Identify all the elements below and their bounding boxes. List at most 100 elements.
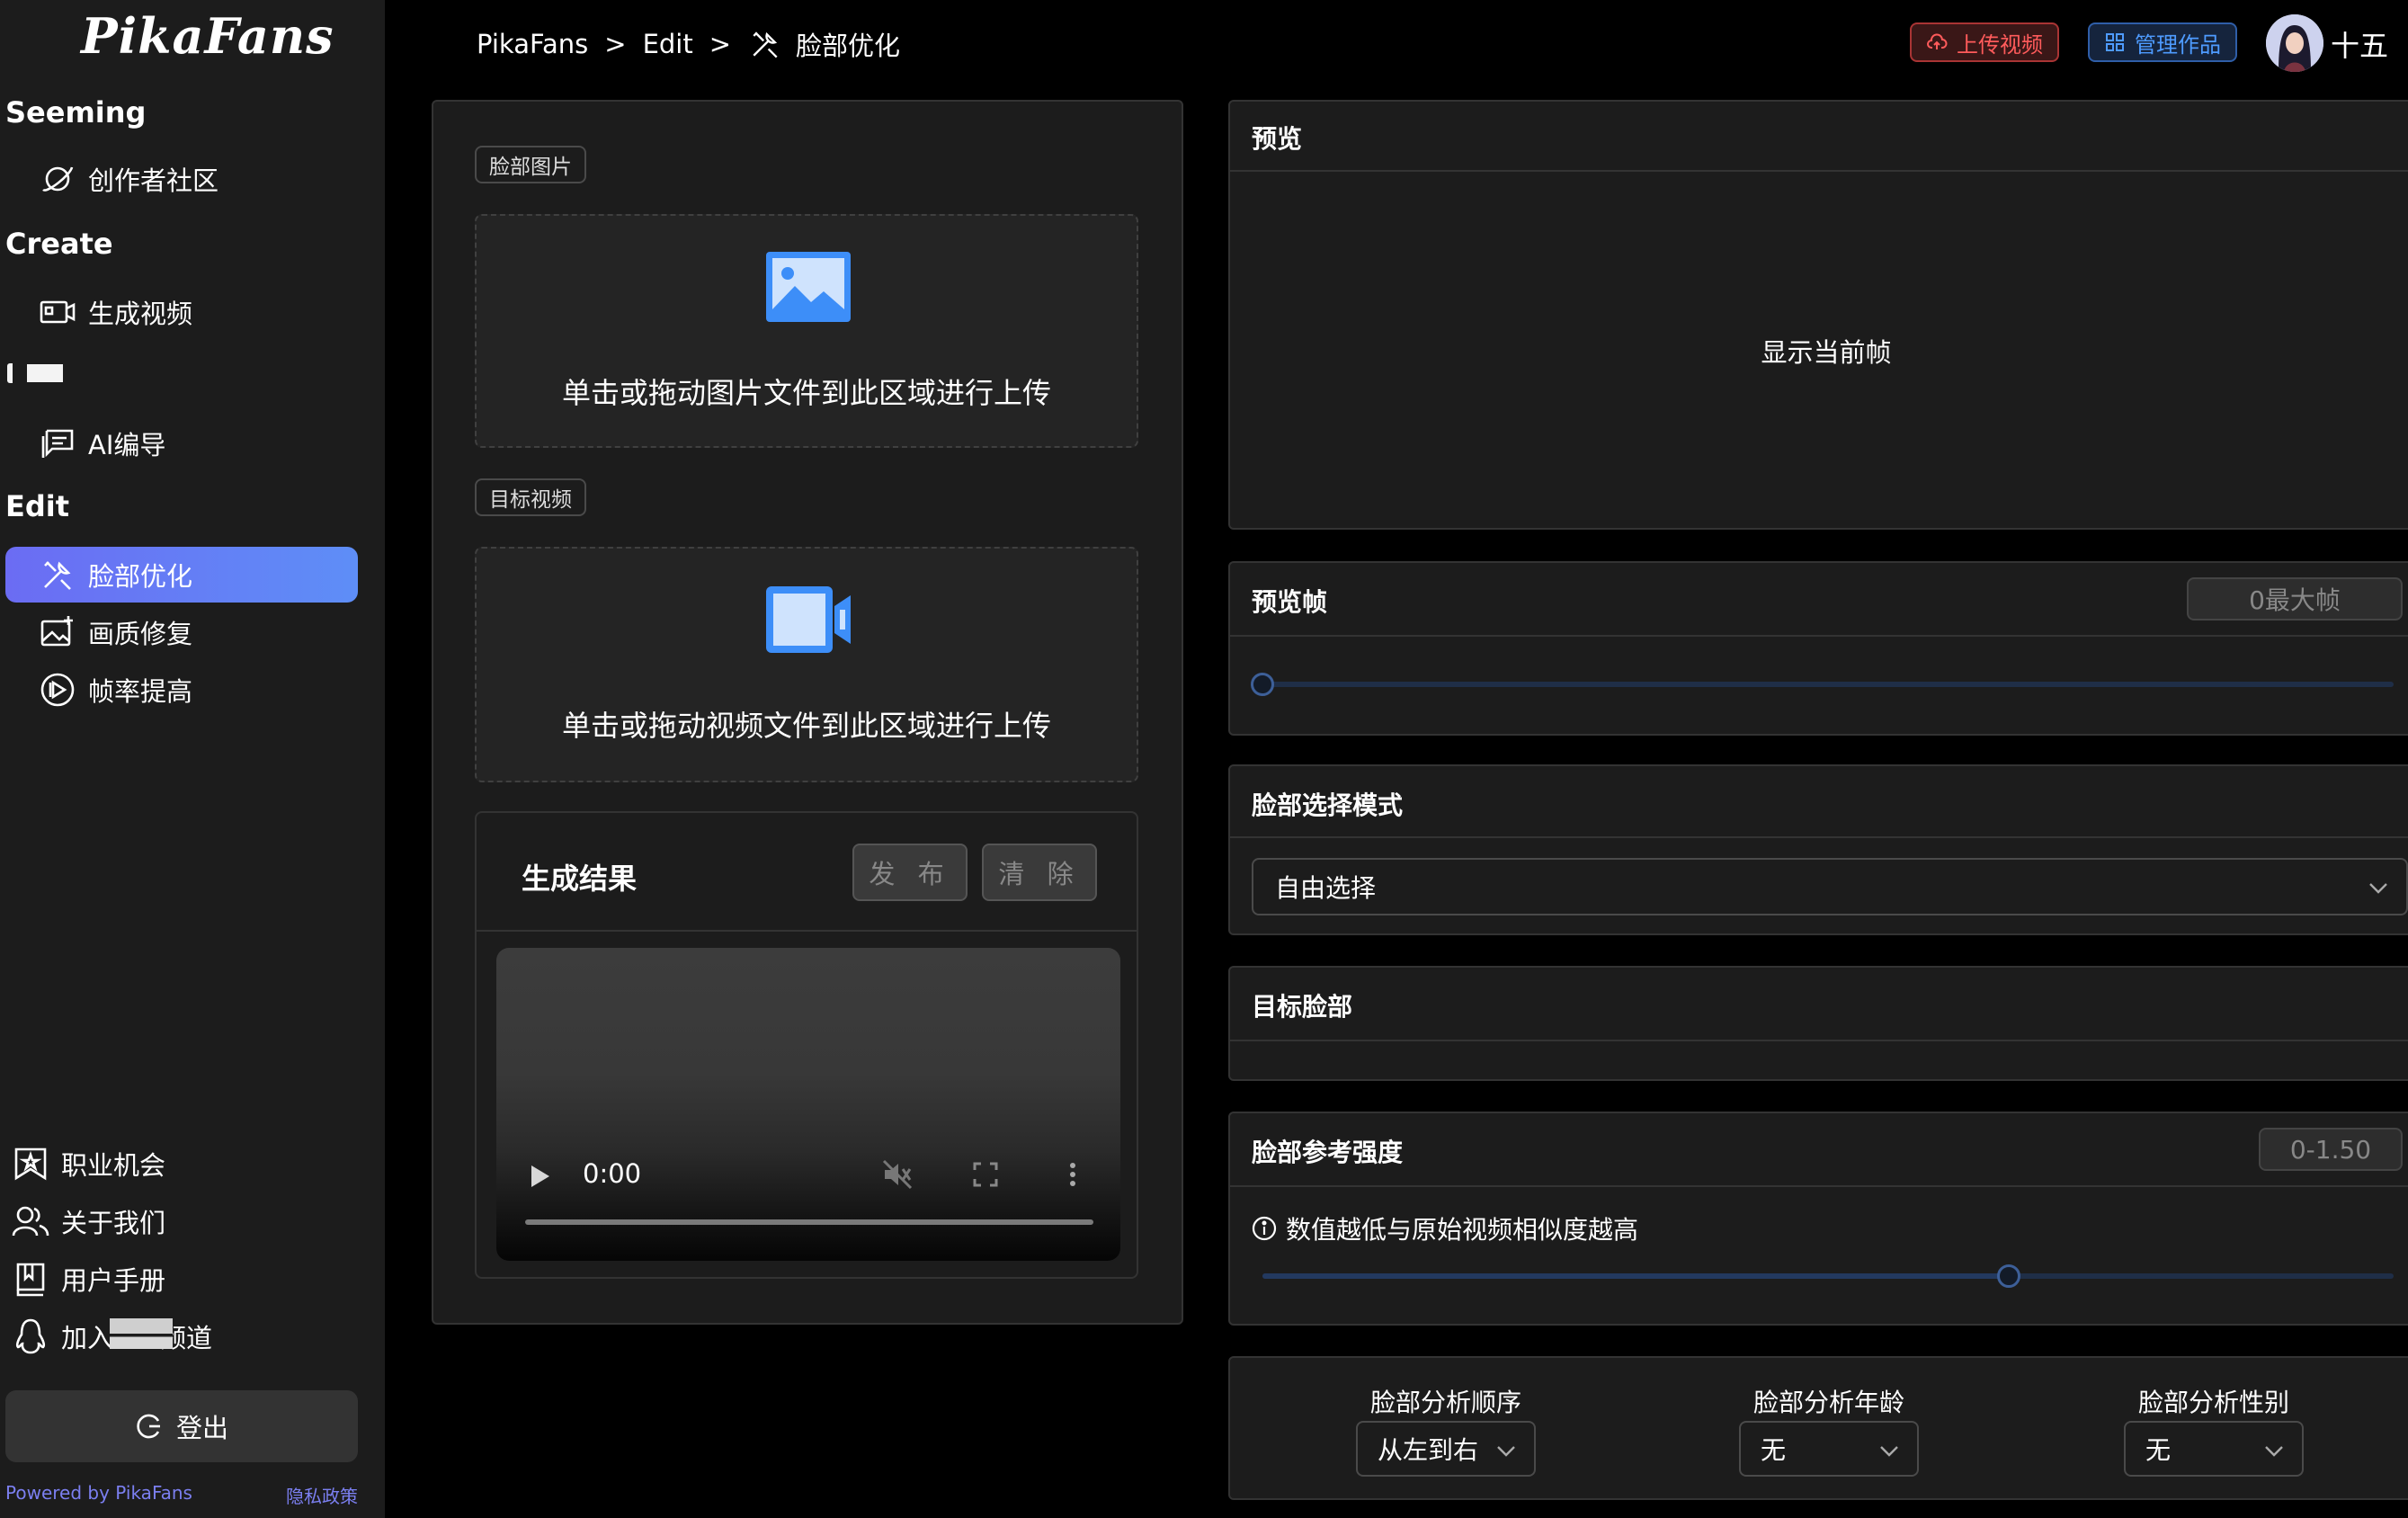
upload-video-button[interactable]: 上传视频 — [1910, 22, 2059, 62]
face-image-dropzone[interactable]: 单击或拖动图片文件到此区域进行上传 — [475, 214, 1138, 448]
video-progress-track[interactable] — [525, 1219, 1093, 1225]
preview-frame-slider-handle[interactable] — [1251, 673, 1274, 696]
redacted-mark — [110, 1318, 173, 1349]
sidebar: PikaFans Seeming 创作者社区 Create 生成视频 AI编导 … — [0, 0, 385, 1518]
target-face-card: 目标脸部 — [1228, 966, 2408, 1081]
analysis-age-select[interactable]: 无 — [1739, 1421, 1919, 1477]
face-analysis-card: 脸部分析顺序 从左到右 脸部分析年龄 无 脸部分析性别 无 — [1228, 1356, 2408, 1500]
analysis-gender: 脸部分析性别 — [2124, 1383, 2304, 1419]
sidebar-item-generate-video[interactable]: 生成视频 — [5, 284, 358, 340]
video-time: 0:00 — [583, 1158, 642, 1189]
planet-icon — [38, 159, 77, 199]
target-video-tag: 目标视频 — [475, 478, 586, 516]
privacy-link[interactable]: 隐私政策 — [286, 1482, 358, 1508]
face-image-tag: 脸部图片 — [475, 146, 586, 183]
clear-button[interactable]: 清 除 — [982, 844, 1097, 901]
image-plus-icon — [38, 612, 77, 652]
chevron-down-icon — [1877, 1439, 1901, 1462]
preview-placeholder: 显示当前帧 — [1761, 337, 1892, 368]
sidebar-item-face-optimize[interactable]: 脸部优化 — [5, 547, 358, 603]
analysis-order-select[interactable]: 从左到右 — [1356, 1421, 1536, 1477]
analysis-age: 脸部分析年龄 — [1739, 1383, 1919, 1419]
sidebar-item-label: 关于我们 — [61, 1208, 166, 1238]
logout-button[interactable]: 登出 — [5, 1390, 358, 1462]
sidebar-item-ai-director[interactable]: AI编导 — [5, 415, 358, 471]
analysis-order: 脸部分析顺序 — [1356, 1383, 1536, 1419]
grid-icon — [2104, 31, 2126, 53]
book-icon — [11, 1259, 50, 1299]
fullscreen-icon[interactable] — [973, 1162, 998, 1187]
face-ref-strength-slider-handle[interactable] — [1997, 1264, 2021, 1288]
result-title: 生成结果 — [522, 862, 638, 896]
preview-frame-card: 预览帧 0最大帧 — [1228, 561, 2408, 736]
analysis-gender-label: 脸部分析性别 — [2137, 1388, 2289, 1417]
sidebar-item-label: 职业机会 — [61, 1150, 166, 1181]
sidebar-item-creator-community[interactable]: 创作者社区 — [5, 151, 358, 207]
powered-by[interactable]: Powered by PikaFans — [5, 1482, 192, 1504]
video-camera-icon — [38, 292, 77, 332]
preview-frame-title: 预览帧 — [1252, 587, 1328, 617]
target-face-title: 目标脸部 — [1252, 992, 1353, 1022]
redacted-mark — [27, 364, 63, 382]
muted-speaker-icon[interactable] — [881, 1158, 914, 1191]
breadcrumb-item-current: 脸部优化 — [796, 31, 901, 61]
chevron-down-icon — [2262, 1439, 2286, 1462]
sidebar-item-label: AI编导 — [88, 430, 166, 460]
strength-range-badge: 0-1.50 — [2259, 1128, 2403, 1171]
manage-works-label: 管理作品 — [2135, 31, 2221, 58]
target-video-drop-text: 单击或拖动视频文件到此区域进行上传 — [561, 709, 1051, 743]
preview-card: 预览 显示当前帧 — [1228, 100, 2408, 530]
sidebar-item-join-channel[interactable]: 加入 频道 — [0, 1311, 378, 1362]
publish-button[interactable]: 发 布 — [852, 844, 968, 901]
avatar[interactable] — [2266, 14, 2323, 72]
face-select-mode-title: 脸部选择模式 — [1252, 790, 1404, 820]
divider — [1230, 836, 2408, 838]
strength-hint-text: 数值越低与原始视频相似度越高 — [1286, 1215, 1639, 1245]
sidebar-item-frame-rate[interactable]: 帧率提高 — [5, 662, 358, 718]
result-video-player[interactable]: 0:00 — [496, 948, 1120, 1261]
breadcrumb-separator: > — [604, 29, 627, 59]
cloud-upload-icon — [1926, 31, 1948, 53]
more-vertical-icon[interactable] — [1068, 1162, 1077, 1187]
brand-logo[interactable]: PikaFans — [81, 7, 334, 65]
section-title-seeming: Seeming — [5, 95, 147, 129]
play-icon[interactable] — [529, 1164, 552, 1189]
sidebar-item-about-us[interactable]: 关于我们 — [0, 1196, 378, 1246]
face-image-drop-text: 单击或拖动图片文件到此区域进行上传 — [561, 376, 1051, 410]
section-title-create: Create — [5, 227, 113, 261]
manage-works-button[interactable]: 管理作品 — [2088, 22, 2237, 62]
sidebar-item-user-manual[interactable]: 用户手册 — [0, 1254, 378, 1304]
bookmark-star-icon — [11, 1144, 50, 1183]
analysis-order-value: 从左到右 — [1378, 1435, 1479, 1465]
image-icon — [764, 250, 852, 324]
chevron-down-icon — [2367, 876, 2390, 899]
max-frame-badge: 0最大帧 — [2187, 577, 2403, 621]
face-select-mode-select[interactable]: 自由选择 — [1252, 858, 2408, 915]
sidebar-item-quality-repair[interactable]: 画质修复 — [5, 604, 358, 660]
face-ref-strength-slider-fill — [1262, 1273, 2010, 1279]
tools-icon — [38, 555, 77, 594]
divider — [1230, 1040, 2408, 1041]
chat-script-icon — [38, 424, 77, 463]
logout-icon — [135, 1412, 164, 1441]
sidebar-item-careers[interactable]: 职业机会 — [0, 1138, 378, 1189]
section-title-edit: Edit — [5, 489, 70, 523]
target-video-dropzone[interactable]: 单击或拖动视频文件到此区域进行上传 — [475, 547, 1138, 782]
divider — [1230, 170, 2408, 172]
breadcrumb-item-edit[interactable]: Edit — [643, 29, 693, 59]
divider — [1230, 635, 2408, 637]
upload-video-label: 上传视频 — [1957, 31, 2043, 58]
username[interactable]: 十五 — [2331, 23, 2388, 65]
preview-frame-slider[interactable] — [1262, 682, 2394, 687]
info-icon — [1252, 1216, 1277, 1241]
strength-hint: 数值越低与原始视频相似度越高 — [1252, 1210, 1638, 1246]
tools-icon — [747, 26, 783, 62]
analysis-gender-select[interactable]: 无 — [2124, 1421, 2304, 1477]
sidebar-item-label: 创作者社区 — [88, 165, 219, 196]
redacted-mark — [7, 363, 13, 383]
qq-penguin-icon — [11, 1317, 50, 1356]
breadcrumb-separator: > — [709, 29, 732, 59]
breadcrumb: PikaFans > Edit > 脸部优化 — [477, 25, 900, 63]
breadcrumb-item-home[interactable]: PikaFans — [477, 29, 588, 59]
sidebar-item-label: 生成视频 — [88, 299, 193, 329]
